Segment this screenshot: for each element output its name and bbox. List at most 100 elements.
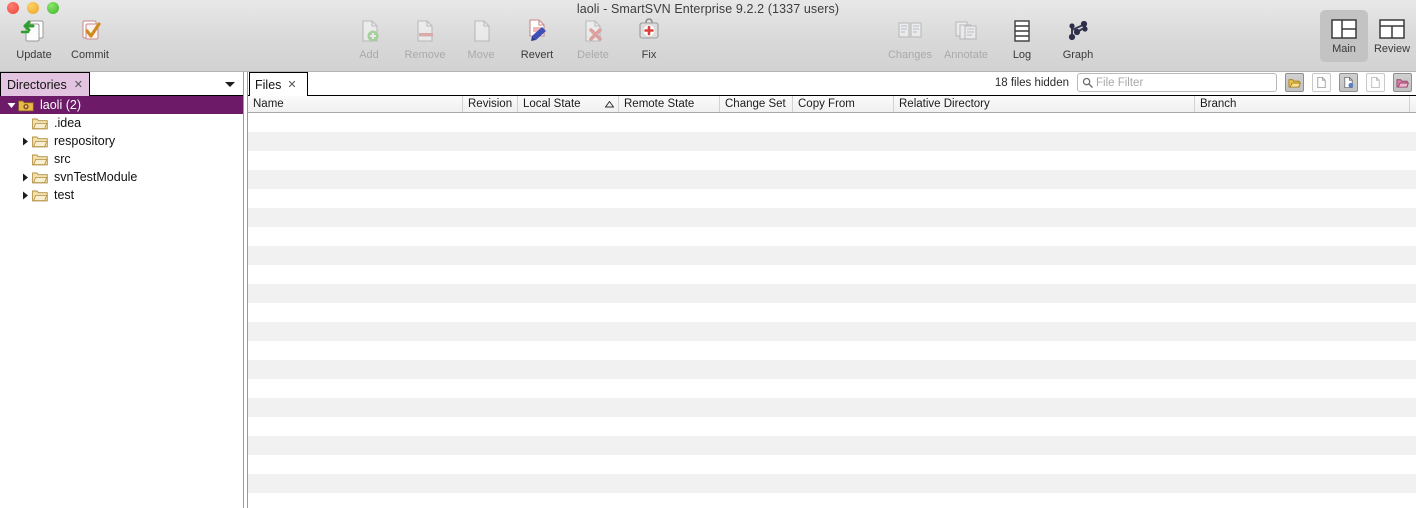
directories-pane: Directories ✕ laoli (2) .idea respository s…	[0, 72, 243, 508]
toolbar-view-tabs: Main Review	[1320, 10, 1416, 62]
table-row[interactable]	[248, 113, 1416, 132]
twisty-collapsed-icon[interactable]	[18, 191, 32, 200]
show-remote-toggle[interactable]	[1393, 73, 1412, 92]
files-row-list[interactable]	[248, 113, 1416, 508]
view-tab-review[interactable]: Review	[1368, 10, 1416, 62]
directory-tree[interactable]: laoli (2) .idea respository src svnTestModul…	[0, 96, 243, 204]
column-header-label: Branch	[1200, 98, 1237, 110]
tree-item-idea[interactable]: .idea	[0, 114, 243, 132]
tab-files[interactable]: Files ✕	[249, 72, 308, 96]
fix-button-label: Fix	[641, 49, 657, 61]
remove-button[interactable]: Remove	[397, 14, 453, 61]
window-toolbar: laoli - SmartSVN Enterprise 9.2.2 (1337 …	[0, 0, 1416, 72]
table-row[interactable]	[248, 341, 1416, 360]
caret-up-icon	[605, 100, 614, 108]
tree-item-label: svnTestModule	[54, 170, 138, 184]
column-header-label: Relative Directory	[899, 98, 990, 110]
table-row[interactable]	[248, 265, 1416, 284]
table-row[interactable]	[248, 151, 1416, 170]
table-row[interactable]	[248, 132, 1416, 151]
tab-directories[interactable]: Directories ✕	[0, 72, 90, 96]
tree-item-svntestmodule[interactable]: svnTestModule	[0, 168, 243, 186]
table-row[interactable]	[248, 398, 1416, 417]
twisty-collapsed-icon[interactable]	[18, 173, 32, 182]
folder-icon	[32, 153, 48, 166]
column-header-change-set[interactable]: Change Set	[720, 96, 793, 112]
changes-button[interactable]: Changes	[882, 14, 938, 61]
column-header-label: Name	[253, 98, 284, 110]
directories-tabbar: Directories ✕	[0, 72, 243, 96]
table-row[interactable]	[248, 170, 1416, 189]
fix-button[interactable]: Fix	[621, 14, 677, 61]
folder-icon	[32, 171, 48, 184]
tab-directories-label: Directories	[7, 77, 67, 92]
table-row[interactable]	[248, 322, 1416, 341]
delete-button[interactable]: Delete	[565, 14, 621, 61]
column-header-name[interactable]: Name	[248, 96, 463, 112]
tree-item-respository[interactable]: respository	[0, 132, 243, 150]
table-row[interactable]	[248, 455, 1416, 474]
table-row[interactable]	[248, 417, 1416, 436]
chevron-down-icon[interactable]	[223, 77, 237, 91]
folder-icon	[32, 189, 48, 202]
table-row[interactable]	[248, 208, 1416, 227]
tree-item-label: src	[54, 152, 71, 166]
column-header-label: Change Set	[725, 98, 786, 110]
blank-file-icon	[1371, 76, 1380, 89]
column-header-relative-directory[interactable]: Relative Directory	[894, 96, 1195, 112]
tree-item-src[interactable]: src	[0, 150, 243, 168]
move-button[interactable]: Move	[453, 14, 509, 61]
tree-item-laoli-2[interactable]: laoli (2)	[0, 96, 243, 114]
revert-icon	[524, 16, 550, 46]
twisty-collapsed-icon[interactable]	[18, 137, 32, 146]
table-row[interactable]	[248, 436, 1416, 455]
table-row[interactable]	[248, 493, 1416, 508]
move-button-label: Move	[467, 49, 495, 61]
table-row[interactable]	[248, 303, 1416, 322]
commit-button[interactable]: Commit	[62, 14, 118, 61]
table-row[interactable]	[248, 227, 1416, 246]
revert-button-label: Revert	[520, 49, 554, 61]
show-unversioned-toggle[interactable]	[1285, 73, 1304, 92]
table-row[interactable]	[248, 474, 1416, 493]
table-row[interactable]	[248, 189, 1416, 208]
tree-item-label: respository	[54, 134, 116, 148]
column-header-branch[interactable]: Branch	[1195, 96, 1410, 112]
graph-icon	[1064, 16, 1092, 46]
column-header-copy-from[interactable]: Copy From	[793, 96, 894, 112]
revert-button[interactable]: Revert	[509, 14, 565, 61]
table-row[interactable]	[248, 246, 1416, 265]
update-button[interactable]: Update	[6, 14, 62, 61]
table-row[interactable]	[248, 379, 1416, 398]
table-row[interactable]	[248, 284, 1416, 303]
view-tab-main[interactable]: Main	[1320, 10, 1368, 62]
toolbar-group-inspect: Changes Annotate Log Graph	[882, 14, 1106, 61]
search-icon	[1082, 77, 1093, 88]
file-filter-field[interactable]	[1077, 73, 1277, 92]
close-icon[interactable]: ✕	[74, 78, 83, 91]
update-button-label: Update	[16, 49, 52, 61]
graph-button[interactable]: Graph	[1050, 14, 1106, 61]
column-header-local-state[interactable]: Local State	[518, 96, 619, 112]
table-row[interactable]	[248, 360, 1416, 379]
file-filter-input[interactable]	[1096, 76, 1276, 89]
tree-item-test[interactable]: test	[0, 186, 243, 204]
add-button[interactable]: Add	[341, 14, 397, 61]
files-column-header[interactable]: Name Revision Local State Remote State Chang…	[248, 96, 1416, 113]
log-button[interactable]: Log	[994, 14, 1050, 61]
show-normal-toggle[interactable]	[1312, 73, 1331, 92]
column-header-revision[interactable]: Revision	[463, 96, 518, 112]
commit-button-label: Commit	[71, 49, 109, 61]
remove-button-label: Remove	[404, 49, 446, 61]
twisty-expanded-icon[interactable]	[4, 101, 18, 110]
annotate-button[interactable]: Annotate	[938, 14, 994, 61]
toolbar-group-sync: Update Commit	[6, 14, 118, 61]
show-modified-toggle[interactable]	[1339, 73, 1358, 92]
column-header-remote-state[interactable]: Remote State	[619, 96, 720, 112]
hidden-files-count: 18 files hidden	[994, 76, 1069, 89]
move-icon	[468, 16, 494, 46]
files-filter-zone: 18 files hidden	[995, 73, 1412, 92]
files-pane: Files ✕ 18 files hidden File Filter Name…	[248, 72, 1416, 508]
close-icon[interactable]: ✕	[287, 78, 296, 91]
show-ignored-toggle[interactable]	[1366, 73, 1385, 92]
